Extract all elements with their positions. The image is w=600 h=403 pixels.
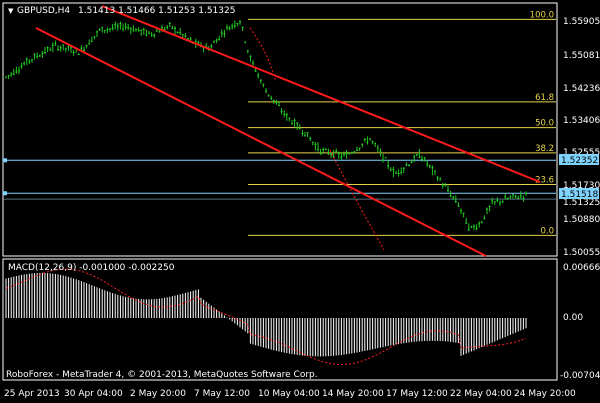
line-handle <box>3 158 7 163</box>
time-tick: 7 May 12:00 <box>194 389 250 399</box>
line-handle <box>3 191 7 196</box>
price-axis: 1.55905 1.55081 1.54236 1.53406 1.52555 … <box>563 17 600 258</box>
time-tick: 17 May 12:00 <box>386 389 448 399</box>
fib-level-label: 100.0 <box>530 10 554 20</box>
fib-level-label: 61.8 <box>535 93 554 103</box>
macd-axis-tick: 0.006665 <box>563 263 600 273</box>
time-tick: 25 Apr 2013 <box>4 389 60 399</box>
fib-level-label: 0.0 <box>540 226 554 236</box>
time-tick: 14 May 20:00 <box>322 389 384 399</box>
chart-window[interactable]: 100.0 61.8 50.0 38.2 23.6 0.0 ▼ GBPUSD,H4 1.5… <box>0 0 600 400</box>
time-tick: 10 May 04:00 <box>258 389 320 399</box>
symbol-timeframe: GBPUSD,H4 <box>17 6 70 16</box>
horizontal-lines[interactable] <box>3 158 556 200</box>
price-tick: 1.53406 <box>563 116 600 126</box>
fib-level-label: 38.2 <box>535 144 554 154</box>
price-tick: 1.54236 <box>563 84 600 94</box>
macd-axis-tick: 0.00 <box>563 313 583 323</box>
time-tick: 30 Apr 04:00 <box>64 389 123 399</box>
main-chart-frame <box>2 2 558 257</box>
price-tick: 1.55905 <box>563 17 600 27</box>
trend-channel[interactable] <box>35 5 541 257</box>
price-mark-label: 1.52352 <box>561 156 598 166</box>
price-chart[interactable]: 100.061.850.038.223.60.0 ▼ GBPUSD,H4 1.5… <box>0 0 600 400</box>
time-tick: 22 May 04:00 <box>450 389 512 399</box>
price-mark-label: 1.51518 <box>561 190 598 200</box>
price-tick: 1.55081 <box>563 51 600 61</box>
time-tick: 2 May 20:00 <box>130 389 186 399</box>
time-axis: 25 Apr 2013 30 Apr 04:00 2 May 20:00 7 M… <box>4 389 576 399</box>
macd-indicator <box>5 268 527 365</box>
ohlc-quote: 1.51413 1.51466 1.51253 1.51325 <box>78 6 235 16</box>
channel-lower-line <box>35 27 487 257</box>
price-tick: 1.50055 <box>563 248 600 258</box>
direction-marker: ▼ <box>8 7 14 15</box>
macd-axis-tick: -0.007049 <box>560 371 600 381</box>
copyright-footer: RoboForex - MetaTrader 4, © 2001-2013, M… <box>6 370 318 380</box>
macd-label: MACD(12,26,9) -0.001000 -0.002250 <box>8 263 175 273</box>
fib-level-label: 50.0 <box>535 119 554 129</box>
price-tick: 1.50880 <box>563 215 600 225</box>
time-tick: 24 May 20:00 <box>514 389 576 399</box>
